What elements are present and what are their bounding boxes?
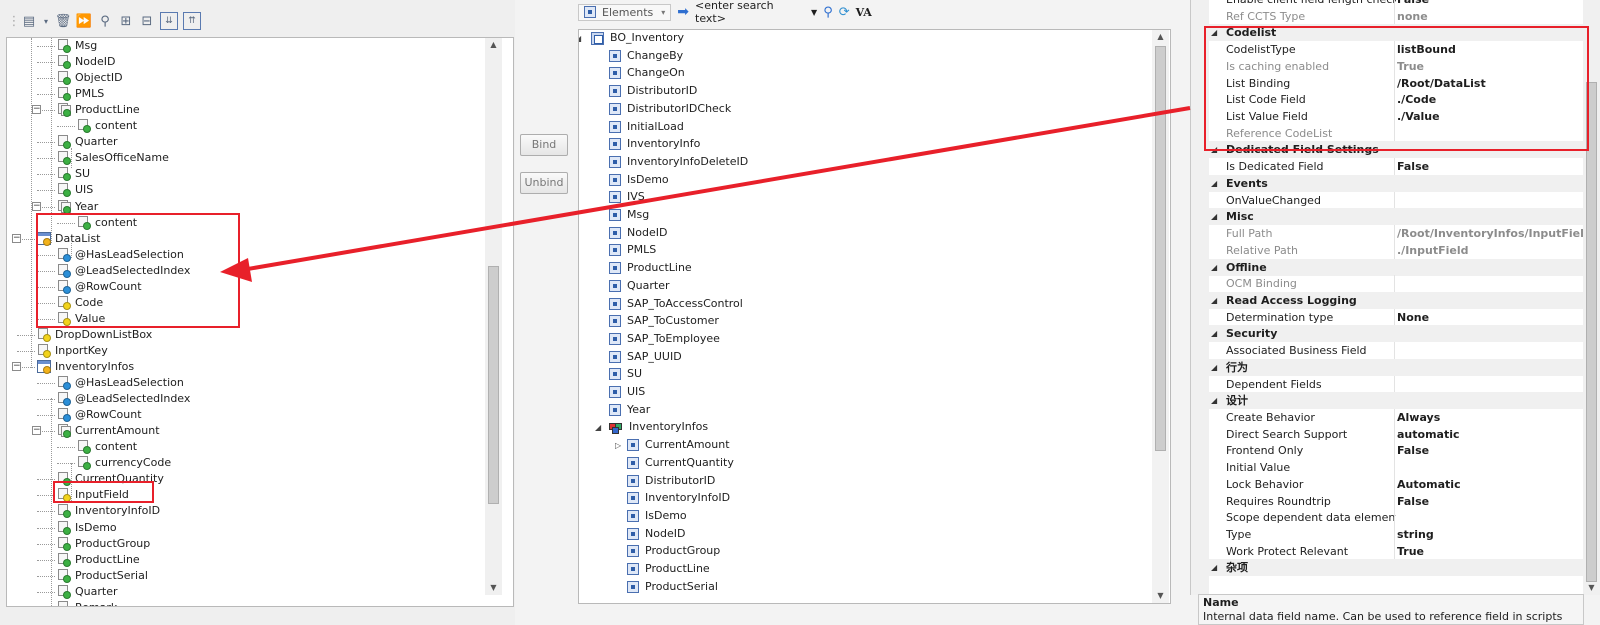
codelist-highlight-box <box>1204 26 1589 151</box>
annotation-arrow-shaft <box>241 106 1191 272</box>
inputfield-highlight-box <box>53 481 154 503</box>
datalist-highlight-box <box>36 213 240 328</box>
